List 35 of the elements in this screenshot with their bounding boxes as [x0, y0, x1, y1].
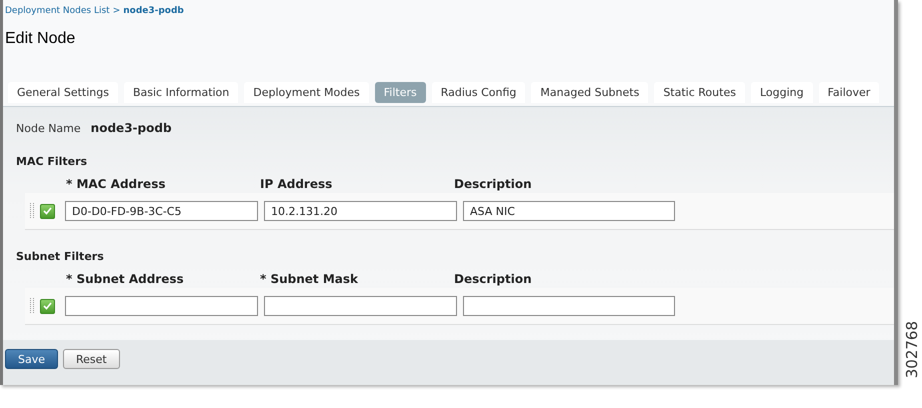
- section-heading: Subnet Filters: [15, 249, 105, 263]
- input-field[interactable]: [264, 296, 457, 316]
- tab[interactable]: Radius Config: [432, 82, 526, 103]
- tab[interactable]: Static Routes: [654, 82, 745, 103]
- column-header: IP Address: [260, 177, 334, 191]
- breadcrumb-current: node3-podb: [123, 6, 184, 16]
- tab[interactable]: Logging: [750, 82, 813, 103]
- check-icon: [43, 302, 52, 310]
- column-header: * Subnet Mask: [260, 272, 359, 286]
- input-field[interactable]: [463, 296, 675, 316]
- reset-button[interactable]: Reset: [63, 349, 120, 369]
- input-field[interactable]: [65, 296, 258, 316]
- breadcrumb-link[interactable]: Deployment Nodes List: [5, 6, 110, 16]
- tab[interactable]: Failover: [818, 82, 880, 103]
- page-title: Edit Node: [5, 30, 76, 48]
- node-name-label: Node Name: [16, 122, 81, 135]
- column-header: * MAC Address: [66, 177, 166, 191]
- node-name-value: node3-podb: [90, 121, 172, 135]
- tab[interactable]: Managed Subnets: [531, 82, 648, 103]
- check-icon: [43, 207, 52, 215]
- input-field[interactable]: ASA NIC: [463, 201, 675, 221]
- input-field[interactable]: D0-D0-FD-9B-3C-C5: [65, 201, 258, 221]
- column-header: Description: [454, 177, 533, 191]
- column-header: Description: [454, 272, 533, 286]
- tab[interactable]: General Settings: [8, 82, 118, 103]
- save-button[interactable]: Save: [5, 349, 58, 369]
- row-checkbox[interactable]: [40, 204, 55, 218]
- input-field[interactable]: 10.2.131.20: [264, 201, 457, 221]
- column-header: * Subnet Address: [66, 272, 185, 286]
- figure-number: 302768: [902, 320, 918, 378]
- tab[interactable]: Basic Information: [124, 82, 238, 103]
- tab[interactable]: Deployment Modes: [244, 82, 369, 103]
- row-checkbox[interactable]: [40, 298, 55, 314]
- breadcrumb-separator: >: [112, 6, 120, 16]
- section-heading: MAC Filters: [15, 154, 88, 168]
